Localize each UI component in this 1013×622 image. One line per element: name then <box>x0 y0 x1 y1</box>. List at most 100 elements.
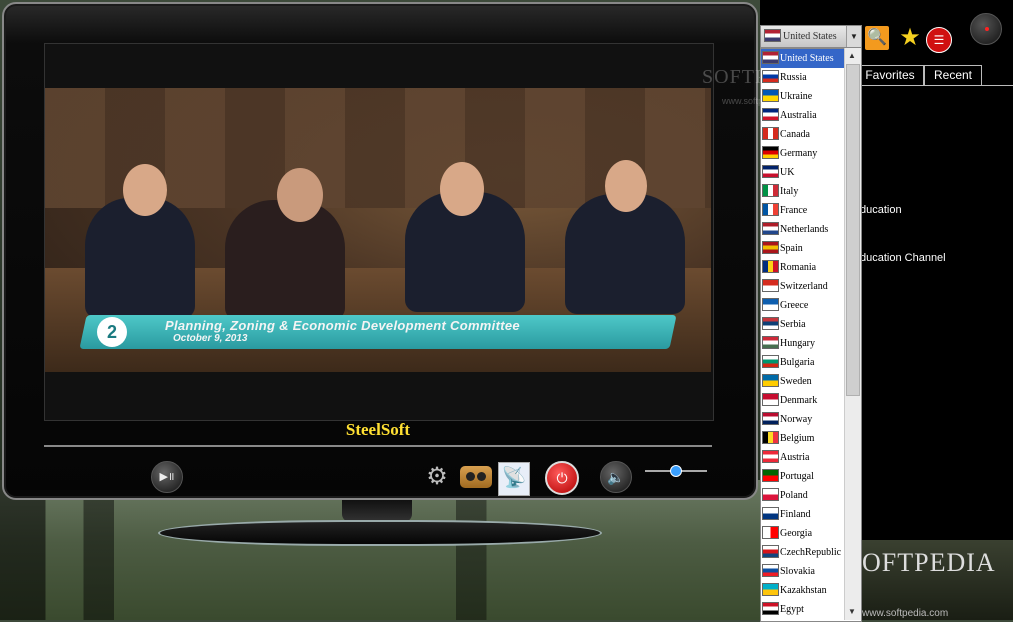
country-option[interactable]: Hungary <box>761 334 845 353</box>
country-option[interactable]: Georgia <box>761 524 845 543</box>
satellite-dish-icon[interactable]: 📡 <box>498 462 530 496</box>
flag-no-icon <box>762 412 779 425</box>
vr-goggles-icon[interactable] <box>460 466 492 488</box>
country-option[interactable]: Portugal <box>761 467 845 486</box>
video-head <box>123 164 167 216</box>
country-option-label: Belgium <box>780 433 815 444</box>
chevron-down-icon[interactable]: ▼ <box>846 26 861 47</box>
tab-recent[interactable]: Recent <box>924 65 982 85</box>
country-option-label: Netherlands <box>780 224 829 235</box>
flag-be-icon <box>762 431 779 444</box>
flag-ch-icon <box>762 279 779 292</box>
country-select[interactable]: United States ▼ <box>760 25 862 48</box>
country-option-label: Greece <box>780 300 809 311</box>
video-player[interactable]: 2 Planning, Zoning & Economic Developmen… <box>45 88 711 372</box>
country-option-label: Bulgaria <box>780 357 815 368</box>
flag-us-icon <box>764 29 781 42</box>
video-head <box>277 168 323 222</box>
country-option[interactable]: Russia <box>761 68 845 87</box>
video-head <box>605 160 647 212</box>
country-option[interactable]: Romania <box>761 258 845 277</box>
country-option[interactable]: Finland <box>761 505 845 524</box>
speaker-icon[interactable]: 🔈 <box>600 461 632 493</box>
search-button[interactable]: 🔍 <box>865 26 889 50</box>
country-option[interactable]: CzechRepublic <box>761 543 845 562</box>
channel-number-badge: 2 <box>97 317 127 347</box>
tv-base <box>158 520 602 546</box>
channel-item[interactable]: ducation <box>860 204 902 216</box>
country-option[interactable]: Poland <box>761 486 845 505</box>
country-option[interactable]: Serbia <box>761 315 845 334</box>
country-option[interactable]: Switzerland <box>761 277 845 296</box>
dropdown-scrollbar-thumb[interactable] <box>846 64 860 396</box>
country-option-label: Australia <box>780 110 817 121</box>
play-pause-button[interactable]: ▶॥ <box>151 461 183 493</box>
flag-es-icon <box>762 241 779 254</box>
flag-au-icon <box>762 108 779 121</box>
country-option[interactable]: Belgium <box>761 429 845 448</box>
flag-ru-icon <box>762 70 779 83</box>
flag-hu-icon <box>762 336 779 349</box>
favorites-star-icon[interactable]: ★ <box>897 25 923 51</box>
country-option[interactable]: Germany <box>761 144 845 163</box>
country-option-label: Norway <box>780 414 813 425</box>
country-option-label: Serbia <box>780 319 806 330</box>
tab-favorites[interactable]: Favorites <box>856 65 924 85</box>
country-option-label: UK <box>780 167 795 178</box>
country-option-label: Hungary <box>780 338 815 349</box>
settings-gear-icon[interactable]: ⚙ <box>424 464 450 490</box>
flag-bg-icon <box>762 355 779 368</box>
country-option[interactable]: Norway <box>761 410 845 429</box>
country-option-label: Switzerland <box>780 281 828 292</box>
country-option[interactable]: Austria <box>761 448 845 467</box>
channel-item[interactable]: ducation Channel <box>860 252 946 264</box>
country-option[interactable]: France <box>761 201 845 220</box>
flag-cz-icon <box>762 545 779 558</box>
banner-title: Planning, Zoning & Economic Development … <box>165 318 520 333</box>
record-button[interactable] <box>970 13 1002 45</box>
screen-divider <box>44 445 712 447</box>
flag-eg-icon <box>762 602 779 615</box>
country-option[interactable]: Denmark <box>761 391 845 410</box>
country-option-label: Portugal <box>780 471 814 482</box>
country-option[interactable]: Bulgaria <box>761 353 845 372</box>
watermark-url-bottom: www.softpedia.com <box>862 608 949 619</box>
flag-pt-icon <box>762 469 779 482</box>
selected-country: United States <box>783 31 837 42</box>
country-option-label: Spain <box>780 243 803 254</box>
banner-date: October 9, 2013 <box>173 333 248 344</box>
country-option[interactable]: Ukraine <box>761 87 845 106</box>
channel-list-icon[interactable]: ☰ <box>926 27 952 53</box>
tv-stand <box>342 500 412 522</box>
country-option[interactable]: Australia <box>761 106 845 125</box>
country-option[interactable]: UK <box>761 163 845 182</box>
video-person <box>85 198 195 318</box>
power-button[interactable]: ⏻ <box>545 461 579 495</box>
scroll-up-icon[interactable]: ▲ <box>846 50 858 62</box>
video-head <box>440 162 484 216</box>
country-option[interactable]: Italy <box>761 182 845 201</box>
country-option[interactable]: Netherlands <box>761 220 845 239</box>
country-option[interactable]: Slovakia <box>761 562 845 581</box>
scroll-down-icon[interactable]: ▼ <box>846 606 858 618</box>
country-option-label: Italy <box>780 186 799 197</box>
country-option-label: Denmark <box>780 395 818 406</box>
country-option[interactable]: United States <box>761 49 845 68</box>
tab-underline <box>856 85 1013 86</box>
country-option-label: CzechRepublic <box>780 547 842 558</box>
country-option[interactable]: Sweden <box>761 372 845 391</box>
country-option[interactable]: Canada <box>761 125 845 144</box>
country-option[interactable]: Egypt <box>761 600 845 619</box>
country-option[interactable]: Greece <box>761 296 845 315</box>
country-option-label: Sweden <box>780 376 812 387</box>
flag-pl-icon <box>762 488 779 501</box>
flag-ge-icon <box>762 526 779 539</box>
tv-screen: 2 Planning, Zoning & Economic Developmen… <box>44 43 714 439</box>
video-person <box>225 200 345 320</box>
flag-ca-icon <box>762 127 779 140</box>
country-option[interactable]: Spain <box>761 239 845 258</box>
tv-brand-label: SteelSoft <box>345 420 411 439</box>
country-option[interactable]: Kazakhstan <box>761 581 845 600</box>
flag-fi-icon <box>762 507 779 520</box>
flag-dk-icon <box>762 393 779 406</box>
